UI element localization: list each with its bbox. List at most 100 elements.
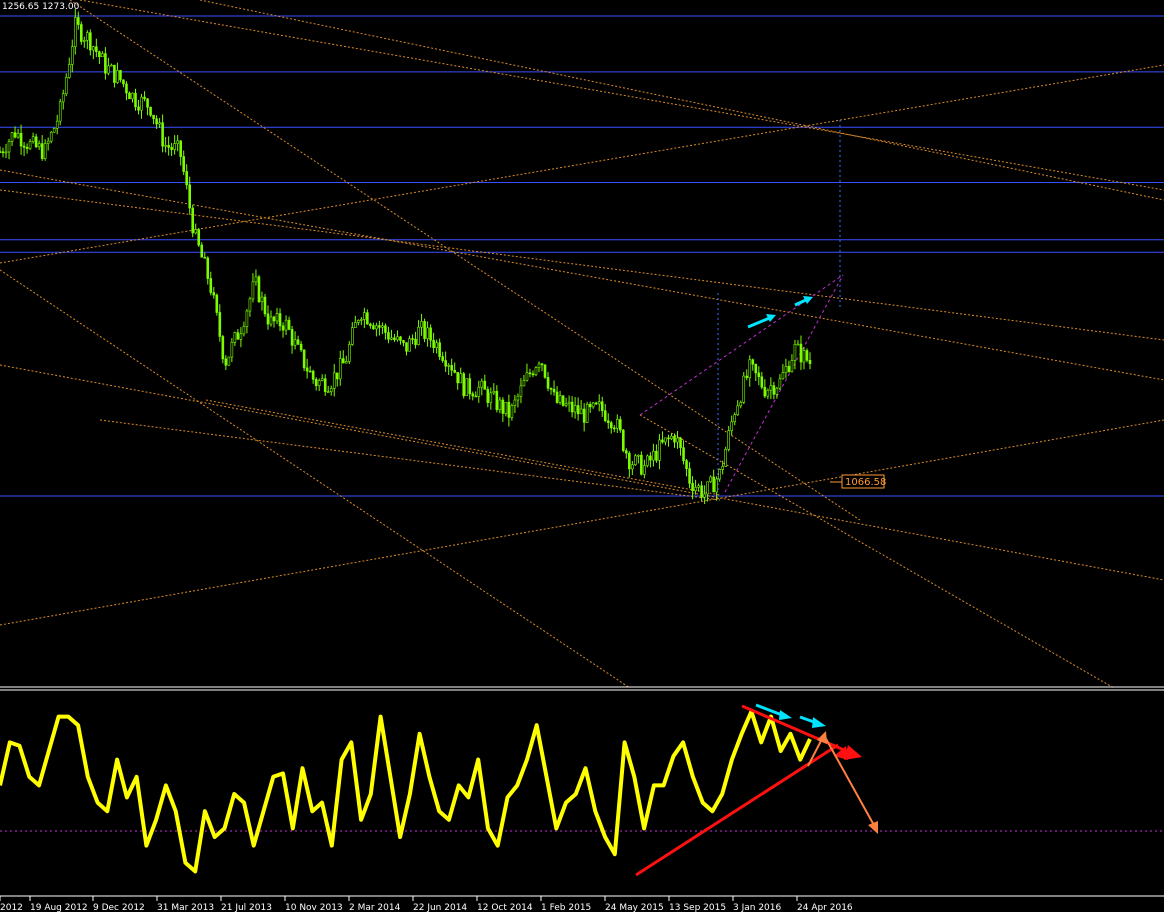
candle-body (703, 493, 706, 498)
x-tick-label: 19 Aug 2012 (30, 903, 88, 912)
candle-body (287, 319, 291, 330)
candle-body (531, 373, 535, 376)
candle-body (688, 468, 691, 484)
candle-body (474, 395, 478, 398)
candle-body (293, 339, 297, 346)
candle (257, 274, 261, 303)
candle-body (414, 338, 417, 345)
candle-body (257, 276, 261, 303)
candle-body (543, 364, 547, 378)
candle-body (640, 454, 643, 475)
candle-body (766, 389, 770, 397)
candle-body (49, 131, 53, 142)
candle-body (366, 312, 369, 325)
candle-body (55, 120, 59, 129)
candle-body (498, 399, 502, 410)
candle-body (290, 329, 294, 346)
candle-body (480, 380, 484, 388)
candle-body (149, 106, 152, 116)
candle (221, 334, 225, 364)
candle-body (772, 385, 776, 395)
candle-body (326, 391, 330, 393)
candle-body (86, 32, 89, 41)
candle-body (203, 256, 207, 259)
candle-body (465, 378, 469, 397)
candle-body (146, 98, 149, 108)
candle-body (185, 171, 188, 186)
candle-body (597, 401, 601, 405)
candle-body (170, 147, 173, 150)
candle-body (131, 92, 134, 100)
candle-body (513, 399, 517, 406)
header-price-info: 1256.65 1273.00 (2, 2, 80, 12)
candle-body (28, 141, 32, 149)
x-tick-label: 13 Sep 2015 (669, 903, 726, 912)
candle (585, 401, 589, 423)
candle-body (212, 292, 216, 296)
candle-body (176, 140, 179, 144)
candle-body (441, 356, 444, 361)
candle-body (215, 294, 219, 313)
x-tick-label: 12 Oct 2014 (477, 903, 533, 912)
candle-body (727, 430, 730, 450)
candle-body (299, 343, 303, 351)
candle-body (143, 96, 146, 100)
candle-body (790, 360, 794, 372)
candle-body (43, 143, 47, 159)
candle-body (317, 380, 321, 386)
candle-body (236, 332, 240, 340)
candle-body (248, 298, 252, 312)
candle-body (426, 327, 429, 339)
candle-body (323, 378, 327, 393)
candle-body (104, 53, 107, 74)
x-tick-label: 2 Mar 2014 (349, 903, 401, 912)
candle-body (1, 151, 5, 154)
candle-body (58, 101, 62, 122)
candle-body (25, 146, 29, 149)
candle-body (579, 408, 583, 415)
candle-body (450, 365, 453, 371)
candle-body (459, 373, 463, 384)
candle-body (733, 414, 737, 423)
candle-body (230, 342, 234, 358)
candle-body (658, 439, 661, 461)
candle-body (46, 140, 50, 144)
candle-body (7, 141, 11, 153)
x-tick-label: 31 Mar 2013 (157, 903, 214, 912)
candle-body (555, 391, 559, 403)
candle-body (332, 372, 336, 389)
candle-body (61, 93, 65, 103)
candle-body (525, 372, 529, 381)
candle-body (646, 455, 649, 466)
candle-body (113, 64, 116, 83)
candle-body (528, 372, 532, 375)
candle-body (329, 388, 333, 392)
candle-body (748, 359, 752, 379)
candle-body (468, 378, 472, 395)
candle-body (372, 325, 375, 330)
candle-body (224, 358, 228, 366)
candle (640, 451, 643, 476)
candle-body (573, 405, 577, 413)
candle-body (582, 408, 586, 423)
candle-body (381, 325, 384, 328)
header-info: 1256.65 1273.00 (2, 2, 80, 12)
candle-body (19, 133, 23, 147)
candle-body (98, 51, 101, 58)
candle-body (320, 378, 324, 381)
candle-body (570, 401, 574, 413)
candle-body (754, 363, 758, 374)
candle-body (408, 338, 411, 352)
candle-body (263, 296, 267, 315)
candle-body (155, 118, 158, 125)
candle (197, 228, 201, 247)
candle-body (757, 372, 761, 378)
x-tick-label: 24 Apr 2016 (797, 903, 853, 912)
candle-body (296, 339, 300, 345)
candle-body (432, 339, 435, 348)
candle-body (40, 143, 44, 159)
candle-body (655, 450, 658, 461)
candle-body (405, 342, 408, 352)
candle-body (378, 325, 381, 328)
candle-body (396, 336, 399, 341)
